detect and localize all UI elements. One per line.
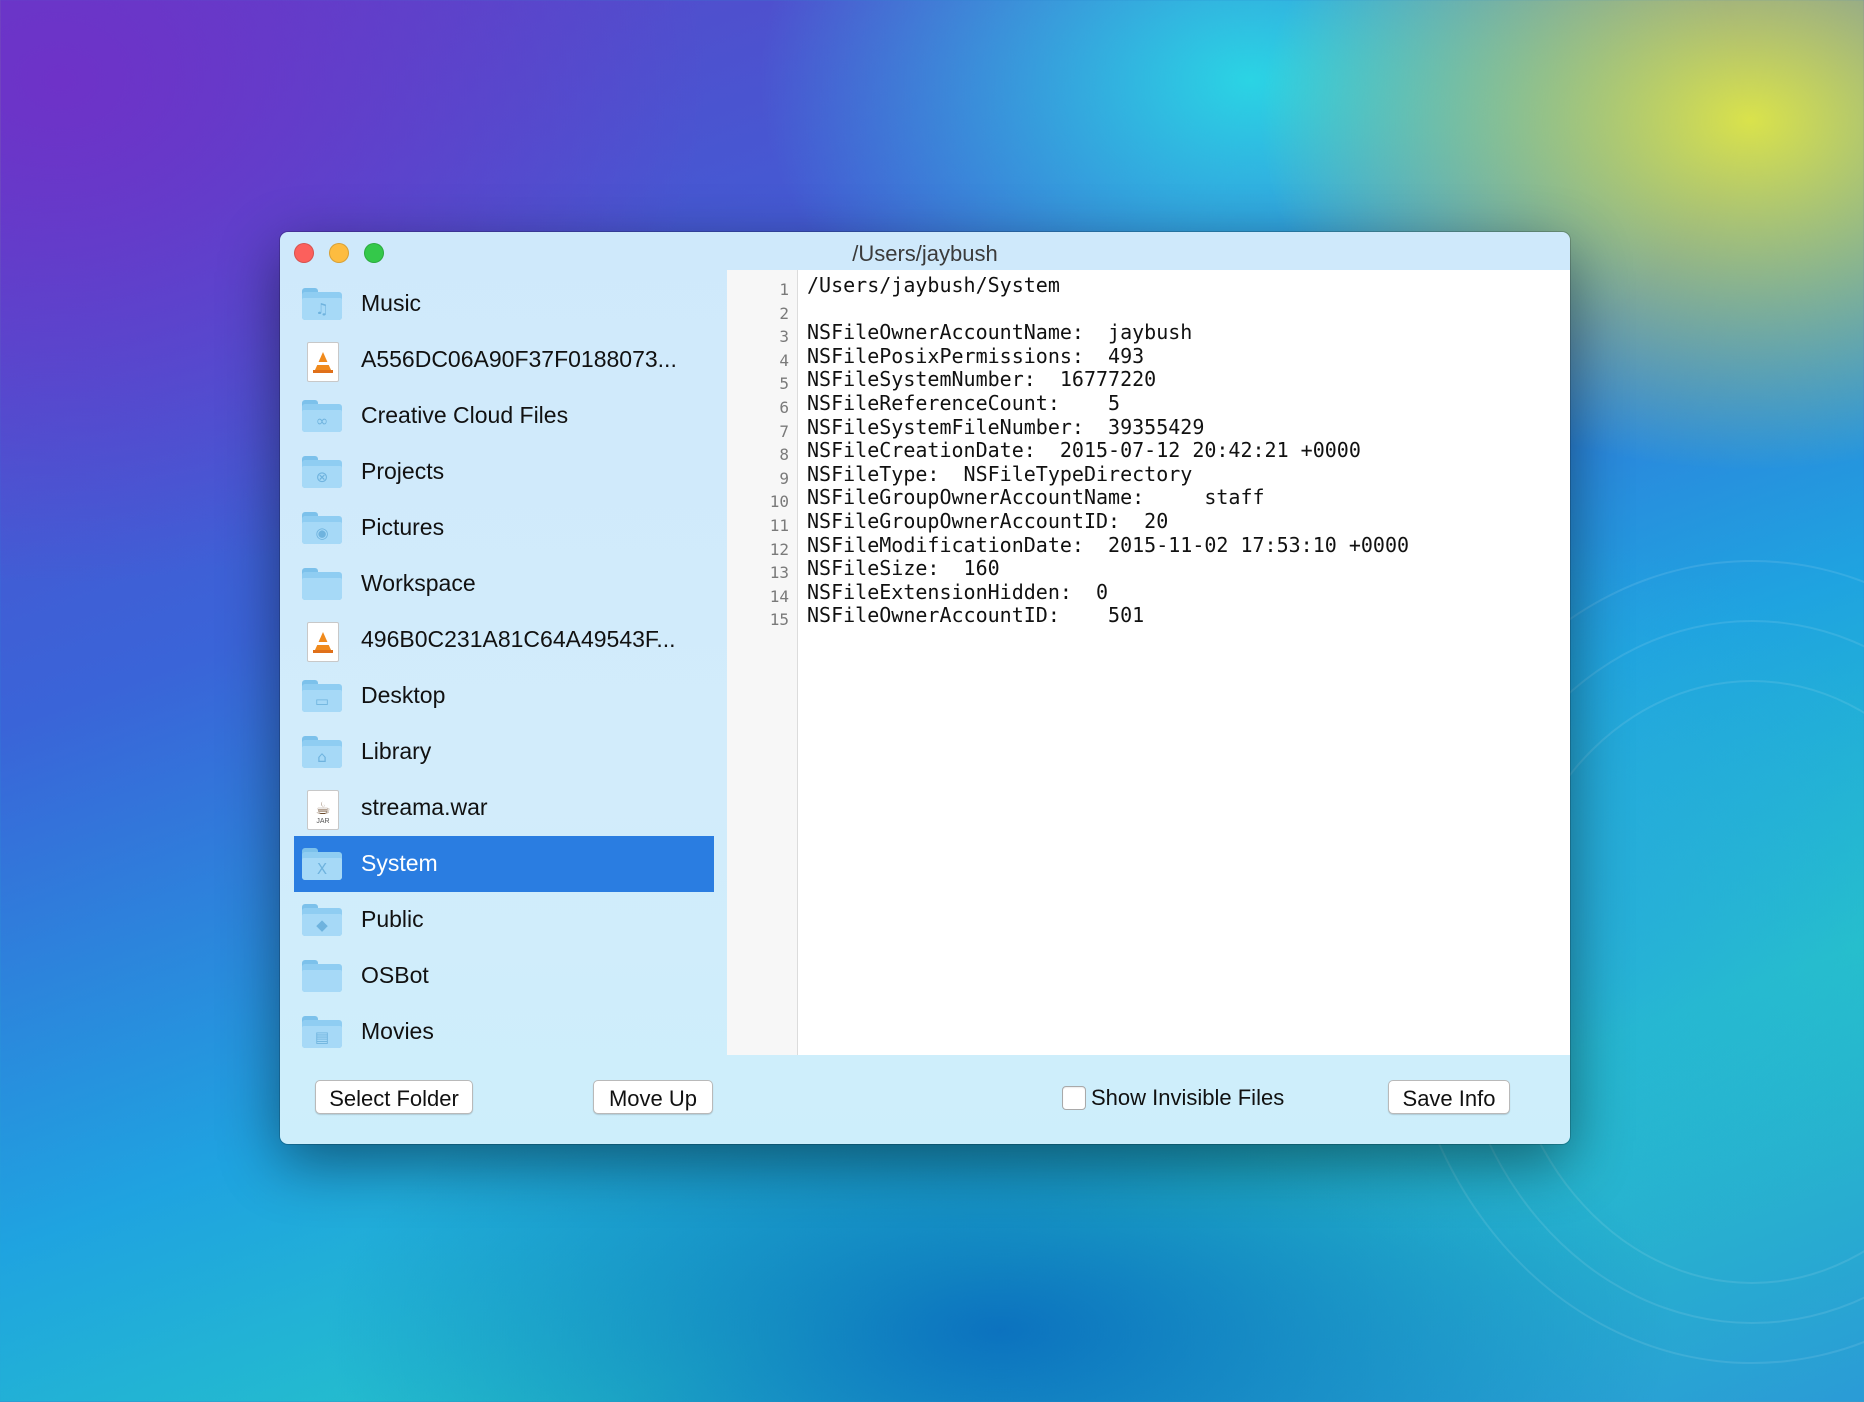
select-folder-button[interactable]: Select Folder [315, 1080, 473, 1114]
line-number: 1 [779, 280, 789, 299]
public-folder-icon: ◆ [302, 902, 342, 938]
window-title: /Users/jaybush [852, 241, 998, 266]
app-window: /Users/jaybush ♫ Music A556DC06A90F37F0188… [280, 232, 1570, 1144]
file-list[interactable]: ♫ Music A556DC06A90F37F0188073... ∞ Creative… [294, 276, 714, 1098]
info-text-line: NSFileOwnerAccountName: jaybush [807, 320, 1193, 345]
show-invisible-files-checkbox[interactable] [1062, 1086, 1086, 1110]
save-info-button[interactable]: Save Info [1388, 1080, 1510, 1114]
file-list-item-label: 496B0C231A81C64A49543F... [361, 626, 676, 652]
line-number: 6 [779, 398, 789, 417]
file-list-item[interactable]: 496B0C231A81C64A49543F... [294, 612, 714, 668]
file-list-item[interactable]: OSBot [294, 948, 714, 1004]
creative-cloud-folder-icon: ∞ [302, 398, 342, 434]
vlc-document-icon [302, 622, 342, 662]
file-list-item[interactable]: ▤ Movies [294, 1004, 714, 1060]
file-list-item-label: Music [361, 290, 422, 316]
title-bar[interactable]: /Users/jaybush [280, 232, 1570, 270]
info-text-line: NSFilePosixPermissions: 493 [807, 343, 1145, 368]
show-invisible-files-toggle[interactable]: Show Invisible Files [1062, 1084, 1284, 1112]
line-number: 10 [769, 492, 789, 512]
osbot-folder-icon [302, 958, 342, 994]
file-list-item[interactable]: ▭ Desktop [294, 668, 714, 724]
line-number: 2 [779, 303, 789, 323]
desktop-folder-icon: ▭ [302, 678, 342, 714]
file-list-item[interactable]: ⌂ Library [294, 724, 714, 780]
line-number: 4 [779, 350, 789, 370]
move-up-button[interactable]: Move Up [593, 1080, 713, 1114]
file-list-item-label: Library [361, 738, 432, 764]
file-list-item-label: Pictures [361, 514, 445, 540]
info-text-line: NSFileOwnerAccountID: 501 [807, 603, 1145, 628]
line-number: 9 [779, 468, 789, 488]
line-number: 15 [769, 610, 789, 630]
line-number: 7 [779, 421, 789, 441]
library-folder-icon: ⌂ [302, 734, 342, 770]
file-list-item-label: Desktop [361, 682, 446, 708]
projects-folder-icon: ⊗ [302, 454, 342, 490]
file-list-item[interactable]: ◉ Pictures [294, 500, 714, 556]
info-text-line: NSFileModificationDate: 2015-11-02 17:53… [807, 532, 1410, 557]
line-number: 3 [779, 327, 789, 347]
vlc-document-icon [302, 342, 342, 382]
info-text-line: NSFileSize: 160 [807, 556, 1000, 581]
info-text-line: NSFileGroupOwnerAccountName: staff [807, 485, 1265, 510]
file-list-item[interactable]: Workspace [294, 556, 714, 612]
music-folder-icon: ♫ [302, 286, 342, 322]
info-text-line: NSFileGroupOwnerAccountID: 20 [807, 509, 1169, 533]
file-list-item[interactable]: X System [294, 836, 714, 892]
file-list-item-label: Creative Cloud Files [361, 402, 569, 428]
line-number: 8 [779, 445, 789, 465]
jar-document-icon: ☕ JAR [302, 790, 342, 830]
info-text-line: NSFileCreationDate: 2015-07-12 20:42:21 … [807, 438, 1361, 463]
file-list-item[interactable]: ☕ JAR streama.war [294, 780, 714, 836]
movies-folder-icon: ▤ [302, 1014, 342, 1050]
file-list-item-label: Public [361, 906, 424, 932]
file-list-item-label: streama.war [361, 794, 488, 820]
info-text-line: NSFileExtensionHidden: 0 [807, 579, 1109, 604]
file-list-item[interactable]: ⊗ Projects [294, 444, 714, 500]
file-list-item-label: System [361, 850, 438, 876]
info-text-line: NSFileReferenceCount: 5 [807, 391, 1121, 415]
info-text-line: NSFileSystemFileNumber: 39355429 [807, 414, 1205, 439]
system-folder-icon: X [302, 846, 342, 882]
info-text-view[interactable]: 1 2 3 4 5 6 7 8 9 10 11 12 13 14 15 /Users/jaybush/Sys… [727, 270, 1570, 1055]
line-number: 5 [779, 374, 789, 394]
file-list-item[interactable]: ◆ Public [294, 892, 714, 948]
line-number-gutter: 1 2 3 4 5 6 7 8 9 10 11 12 13 14 15 [727, 270, 798, 1055]
pictures-folder-icon: ◉ [302, 510, 342, 546]
info-text-line: NSFileType: NSFileTypeDirectory [807, 461, 1193, 486]
line-number: 11 [769, 516, 789, 535]
show-invisible-files-label: Show Invisible Files [1091, 1085, 1285, 1110]
line-number: 12 [769, 539, 789, 559]
file-list-item-label: A556DC06A90F37F0188073... [361, 346, 677, 372]
file-list-item[interactable]: ♫ Music [294, 276, 714, 332]
file-list-item-label: OSBot [361, 962, 429, 988]
workspace-folder-icon [302, 566, 342, 602]
info-text-line: NSFileSystemNumber: 16777220 [807, 367, 1157, 392]
line-number: 14 [769, 586, 789, 606]
file-list-item-label: Projects [361, 458, 445, 484]
info-text-line: /Users/jaybush/System [807, 273, 1060, 297]
file-list-item[interactable]: ∞ Creative Cloud Files [294, 388, 714, 444]
line-number: 13 [769, 563, 789, 583]
file-list-item[interactable]: A556DC06A90F37F0188073... [294, 332, 714, 388]
file-list-item-label: Workspace [361, 570, 476, 596]
file-list-item-label: Movies [361, 1018, 434, 1044]
